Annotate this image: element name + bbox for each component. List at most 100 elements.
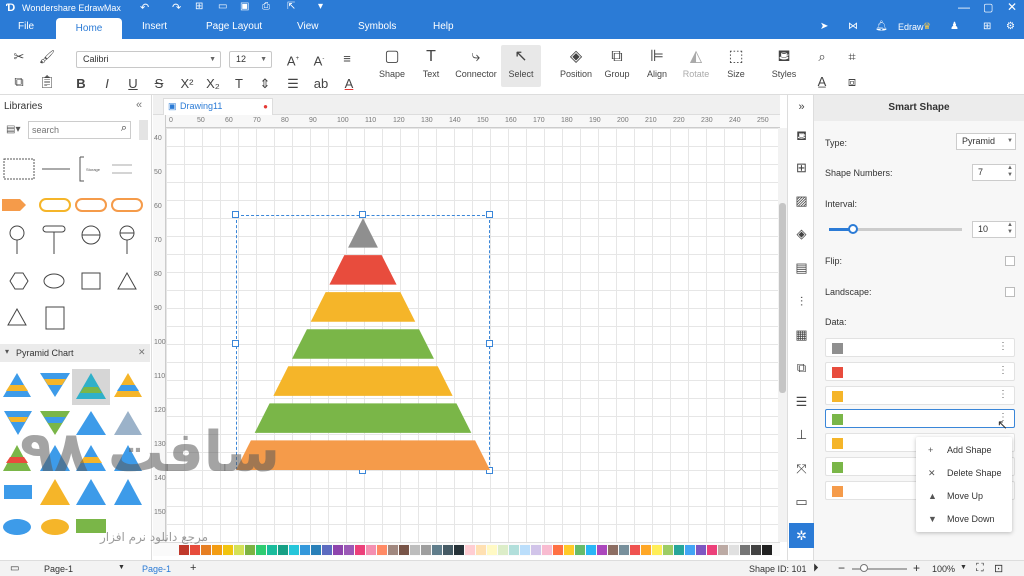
menu-insert[interactable]: Insert bbox=[142, 21, 167, 32]
palette-color-swatch[interactable] bbox=[619, 545, 629, 555]
palette-color-swatch[interactable] bbox=[399, 545, 409, 555]
org-chart-icon[interactable]: ⊥ bbox=[793, 426, 810, 443]
palette-color-swatch[interactable] bbox=[718, 545, 728, 555]
move-down-menu-item[interactable]: ▼ Move Down bbox=[916, 508, 1012, 530]
text-button[interactable]: T Text bbox=[411, 47, 451, 79]
subscript-icon[interactable]: X₂ bbox=[204, 75, 222, 93]
apps-icon[interactable]: ⊞ bbox=[983, 21, 991, 32]
pyramid-level[interactable] bbox=[273, 366, 453, 396]
palette-color-swatch[interactable] bbox=[641, 545, 651, 555]
palette-color-swatch[interactable] bbox=[652, 545, 662, 555]
interval-slider[interactable] bbox=[829, 224, 962, 234]
text-format-icon[interactable]: T bbox=[230, 75, 248, 93]
pyramid-level[interactable] bbox=[329, 255, 397, 285]
styles-button[interactable]: ⛾ Styles bbox=[764, 47, 804, 79]
undo-icon[interactable]: ↶ bbox=[140, 1, 149, 14]
search-icon[interactable]: ⌕ bbox=[121, 122, 127, 135]
zoom-out-icon[interactable]: − bbox=[838, 561, 845, 575]
palette-color-swatch[interactable] bbox=[377, 545, 387, 555]
palette-color-swatch[interactable] bbox=[751, 545, 761, 555]
palette-color-swatch[interactable] bbox=[663, 545, 673, 555]
palette-color-swatch[interactable] bbox=[432, 545, 442, 555]
maximize-icon[interactable]: ▢ bbox=[983, 1, 993, 14]
zoom-slider[interactable] bbox=[852, 564, 907, 572]
superscript-icon[interactable]: X² bbox=[178, 75, 196, 93]
palette-color-swatch[interactable] bbox=[498, 545, 508, 555]
more-icon[interactable]: ▾ bbox=[318, 1, 323, 12]
document-tab[interactable]: ▣ Drawing11 ● bbox=[163, 98, 273, 115]
search-input[interactable] bbox=[29, 122, 109, 138]
palette-color-swatch[interactable] bbox=[311, 545, 321, 555]
format-painter-icon[interactable]: 🖌︎ bbox=[38, 48, 56, 66]
fit-icon[interactable]: ⤧ bbox=[793, 460, 810, 477]
table-icon[interactable]: ▦ bbox=[793, 326, 810, 343]
palette-color-swatch[interactable] bbox=[531, 545, 541, 555]
font-size-select[interactable]: 12 ▼ bbox=[229, 51, 272, 68]
more-options-icon[interactable]: ⋮ bbox=[998, 389, 1008, 401]
shirt-icon[interactable]: ♟ bbox=[950, 21, 959, 32]
copy-icon[interactable]: ⧉ bbox=[10, 73, 28, 91]
play-icon[interactable]: ⏵ bbox=[813, 562, 819, 575]
spell-check-icon[interactable]: A̲ bbox=[813, 73, 831, 91]
palette-color-swatch[interactable] bbox=[388, 545, 398, 555]
library-shapes-grid[interactable]: Storage bbox=[0, 153, 150, 338]
open-icon[interactable]: ▭ bbox=[218, 1, 227, 12]
palette-color-swatch[interactable] bbox=[421, 545, 431, 555]
size-button[interactable]: ⬚ Size bbox=[716, 47, 756, 79]
fill-icon[interactable]: ⛾ bbox=[793, 127, 810, 144]
text-highlight-icon[interactable]: ab bbox=[312, 75, 330, 93]
save-icon[interactable]: ▣ bbox=[240, 1, 249, 12]
zoom-dropdown-icon[interactable]: ▼ bbox=[960, 564, 967, 571]
more-options-icon[interactable]: ⋮ bbox=[998, 341, 1008, 353]
palette-color-swatch[interactable] bbox=[608, 545, 618, 555]
bell-icon[interactable]: 🔔︎ bbox=[875, 21, 888, 32]
print-icon[interactable]: ⎙ bbox=[262, 1, 270, 12]
palette-color-swatch[interactable] bbox=[729, 545, 739, 555]
type-select[interactable]: Pyramid ▼ bbox=[956, 133, 1016, 150]
send-icon[interactable]: ➤ bbox=[820, 21, 828, 32]
cut-icon[interactable]: ✂ bbox=[10, 48, 28, 66]
palette-color-swatch[interactable] bbox=[245, 545, 255, 555]
data-row[interactable]: ⋮ bbox=[825, 385, 1015, 405]
palette-color-swatch[interactable] bbox=[344, 545, 354, 555]
color-swatch[interactable] bbox=[832, 343, 843, 354]
palette-color-swatch[interactable] bbox=[212, 545, 222, 555]
palette-color-swatch[interactable] bbox=[465, 545, 475, 555]
palette-color-swatch[interactable] bbox=[487, 545, 497, 555]
user-name[interactable]: Edraw bbox=[898, 22, 924, 32]
palette-color-swatch[interactable] bbox=[762, 545, 772, 555]
menu-symbols[interactable]: Symbols bbox=[358, 21, 396, 32]
palette-color-swatch[interactable] bbox=[333, 545, 343, 555]
color-swatch[interactable] bbox=[832, 462, 843, 473]
outline-icon[interactable]: ☰ bbox=[793, 393, 810, 410]
interval-slider-knob[interactable] bbox=[847, 224, 858, 234]
font-family-select[interactable]: Calibri ▼ bbox=[76, 51, 221, 68]
rotate-button[interactable]: ◭ Rotate bbox=[676, 47, 716, 79]
menu-view[interactable]: View bbox=[297, 21, 319, 32]
chart-icon[interactable]: ⫶ bbox=[793, 293, 810, 310]
palette-color-swatch[interactable] bbox=[179, 545, 189, 555]
pyramid-level[interactable] bbox=[310, 292, 416, 322]
page-layout-icon[interactable]: ▭ bbox=[10, 563, 19, 574]
color-swatch[interactable] bbox=[832, 438, 843, 450]
page-select[interactable]: Page-1 bbox=[44, 564, 73, 574]
palette-color-swatch[interactable] bbox=[300, 545, 310, 555]
scroll-thumb[interactable] bbox=[779, 203, 786, 393]
image-icon[interactable]: ▨ bbox=[793, 192, 810, 209]
zoom-in-icon[interactable]: + bbox=[913, 561, 920, 575]
palette-color-swatch[interactable] bbox=[685, 545, 695, 555]
palette-color-swatch[interactable] bbox=[355, 545, 365, 555]
fullscreen-icon[interactable]: ⊡ bbox=[994, 562, 1003, 575]
page-tab[interactable]: Page-1 bbox=[142, 564, 171, 574]
line-spacing-icon[interactable]: ⇕ bbox=[256, 75, 274, 93]
close-icon[interactable]: ✕ bbox=[1007, 0, 1017, 14]
add-shape-menu-item[interactable]: + Add Shape bbox=[916, 439, 1012, 461]
font-color-icon[interactable]: A bbox=[340, 75, 358, 93]
find-replace-icon[interactable]: ⌕ bbox=[813, 48, 831, 66]
grow-font-icon[interactable]: A+ bbox=[284, 50, 302, 68]
search-box[interactable]: ⌕ bbox=[28, 121, 131, 139]
palette-color-swatch[interactable] bbox=[542, 545, 552, 555]
palette-color-swatch[interactable] bbox=[740, 545, 750, 555]
canvas-vertical-scrollbar[interactable] bbox=[778, 128, 787, 542]
data-row[interactable]: ⋮ bbox=[825, 409, 1015, 429]
